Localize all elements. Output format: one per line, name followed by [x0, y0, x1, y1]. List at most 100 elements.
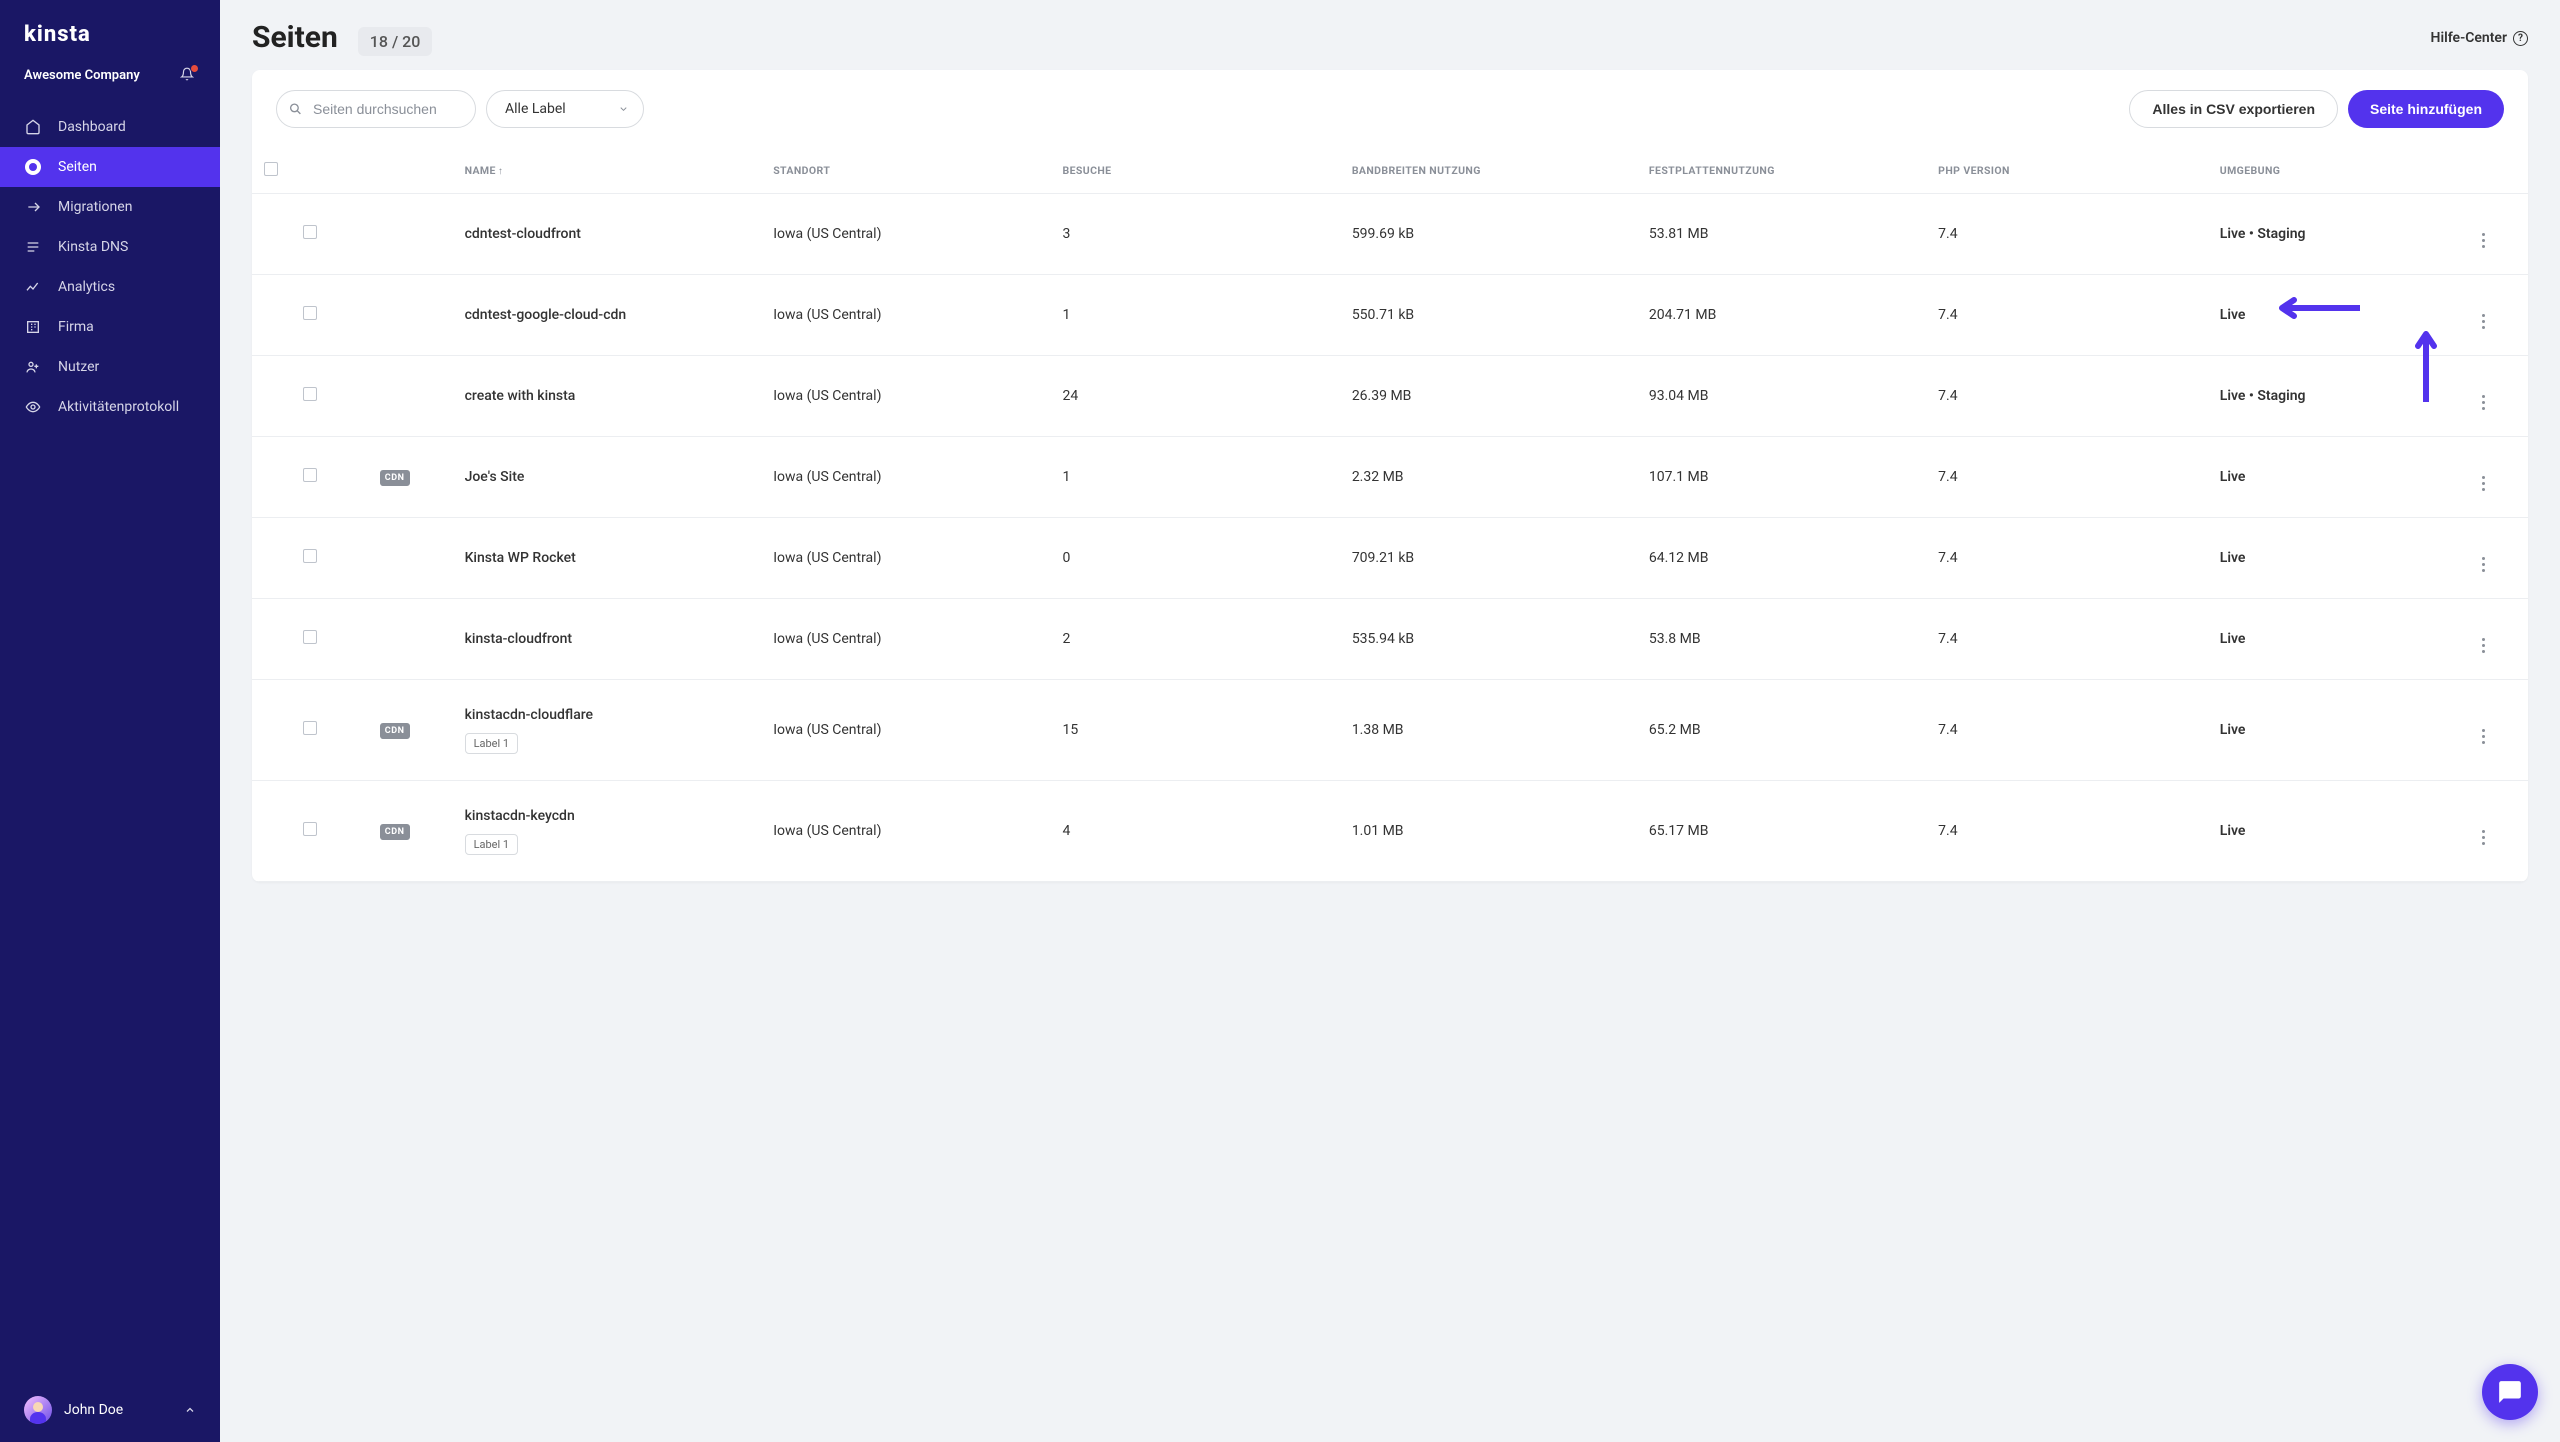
main: Seiten 18 / 20 Hilfe-Center ? Alle Label — [220, 0, 2560, 1442]
sidebar: kinsta Awesome Company Dashboard Seiten … — [0, 0, 220, 1442]
bell-icon[interactable] — [180, 67, 196, 83]
col-bandwidth-header[interactable]: BANDBREITEN NUTZUNG — [1340, 148, 1637, 194]
cdn-badge: CDN — [380, 470, 410, 486]
cell-php: 7.4 — [1926, 680, 2208, 781]
cell-visits: 2 — [1051, 599, 1340, 680]
page-title: Seiten — [252, 20, 338, 55]
nav-item-sites[interactable]: Seiten — [0, 147, 220, 187]
nav-item-migrations[interactable]: Migrationen — [0, 187, 220, 227]
chat-icon — [2497, 1379, 2523, 1405]
export-csv-button[interactable]: Alles in CSV exportieren — [2129, 90, 2338, 128]
company-icon — [24, 318, 42, 336]
table-row[interactable]: CDNkinstacdn-cloudflareLabel 1Iowa (US C… — [252, 680, 2528, 781]
nav-item-analytics[interactable]: Analytics — [0, 267, 220, 307]
col-visits-header[interactable]: BESUCHE — [1051, 148, 1340, 194]
table-row[interactable]: Kinsta WP Rocket Iowa (US Central)0709.21… — [252, 518, 2528, 599]
home-icon — [24, 118, 42, 136]
row-menu-button[interactable] — [2482, 817, 2485, 838]
col-php-header[interactable]: PHP VERSION — [1926, 148, 2208, 194]
sort-asc-icon: ↑ — [498, 166, 503, 177]
cell-visits: 0 — [1051, 518, 1340, 599]
label-filter-value: Alle Label — [505, 101, 566, 117]
row-menu-button[interactable] — [2482, 301, 2485, 322]
user-name: John Doe — [64, 1402, 123, 1418]
cell-visits: 24 — [1051, 356, 1340, 437]
select-all-checkbox[interactable] — [264, 162, 278, 176]
row-checkbox[interactable] — [303, 468, 317, 482]
col-disk-header[interactable]: FESTPLATTENNUTZUNG — [1637, 148, 1926, 194]
site-count: 18 / 20 — [358, 27, 433, 56]
cell-bandwidth: 709.21 kB — [1340, 518, 1637, 599]
row-menu-button[interactable] — [2482, 625, 2485, 646]
nav-label: Dashboard — [58, 119, 126, 135]
cell-disk: 64.12 MB — [1637, 518, 1926, 599]
nav-item-company[interactable]: Firma — [0, 307, 220, 347]
row-checkbox[interactable] — [303, 721, 317, 735]
cell-visits: 3 — [1051, 194, 1340, 275]
row-menu-button[interactable] — [2482, 463, 2485, 484]
row-menu-button[interactable] — [2482, 716, 2485, 737]
cell-disk: 107.1 MB — [1637, 437, 1926, 518]
label-filter-select[interactable]: Alle Label — [486, 90, 644, 128]
cell-bandwidth: 2.32 MB — [1340, 437, 1637, 518]
chevron-down-icon — [618, 104, 629, 115]
col-name-header[interactable]: NAME↑ — [453, 148, 762, 194]
cdn-badge: CDN — [380, 824, 410, 840]
table-row[interactable]: cdntest-cloudfrontIowa (US Central)3599.… — [252, 194, 2528, 275]
cell-php: 7.4 — [1926, 518, 2208, 599]
cell-env: Live — [2220, 550, 2246, 566]
nav-label: Nutzer — [58, 359, 99, 375]
row-menu-button[interactable] — [2482, 544, 2485, 565]
search-input[interactable] — [276, 90, 476, 128]
cell-disk: 65.17 MB — [1637, 780, 1926, 881]
cell-env: Live — [2220, 469, 2246, 485]
row-menu-button[interactable] — [2482, 382, 2485, 403]
table-row[interactable]: kinsta-cloudfrontIowa (US Central)2535.9… — [252, 599, 2528, 680]
avatar — [24, 1396, 52, 1424]
cell-location: Iowa (US Central) — [761, 275, 1050, 356]
row-checkbox[interactable] — [303, 822, 317, 836]
site-name: cdntest-cloudfront — [465, 225, 750, 244]
cell-location: Iowa (US Central) — [761, 194, 1050, 275]
cell-visits: 4 — [1051, 780, 1340, 881]
row-checkbox[interactable] — [303, 630, 317, 644]
chevron-up-icon — [184, 1404, 196, 1416]
user-menu[interactable]: John Doe — [0, 1378, 220, 1442]
site-name: Kinsta WP Rocket — [465, 549, 750, 568]
nav-label: Analytics — [58, 279, 115, 295]
nav: Dashboard Seiten Migrationen Kinsta DNS … — [0, 97, 220, 427]
site-name: kinsta-cloudfront — [465, 630, 750, 649]
table-row[interactable]: cdntest-google-cloud-cdnIowa (US Central… — [252, 275, 2528, 356]
cell-env: Live • Staging — [2220, 388, 2306, 404]
chat-widget-button[interactable] — [2482, 1364, 2538, 1420]
row-menu-button[interactable] — [2482, 220, 2485, 241]
help-icon: ? — [2513, 31, 2528, 46]
analytics-icon — [24, 278, 42, 296]
nav-item-dns[interactable]: Kinsta DNS — [0, 227, 220, 267]
add-site-button[interactable]: Seite hinzufügen — [2348, 90, 2504, 128]
cell-location: Iowa (US Central) — [761, 518, 1050, 599]
cell-env: Live — [2220, 631, 2246, 647]
table-row[interactable]: create with kinstaIowa (US Central)2426.… — [252, 356, 2528, 437]
site-name: kinstacdn-cloudflare — [465, 706, 750, 725]
row-checkbox[interactable] — [303, 387, 317, 401]
table-row[interactable]: CDNkinstacdn-keycdnLabel 1Iowa (US Centr… — [252, 780, 2528, 881]
cell-env: Live — [2220, 722, 2246, 738]
site-name: kinstacdn-keycdn — [465, 807, 750, 826]
table-row[interactable]: CDNJoe's SiteIowa (US Central)12.32 MB10… — [252, 437, 2528, 518]
nav-item-users[interactable]: Nutzer — [0, 347, 220, 387]
col-env-header[interactable]: UMGEBUNG — [2208, 148, 2439, 194]
help-center-link[interactable]: Hilfe-Center ? — [2431, 30, 2528, 46]
cell-disk: 204.71 MB — [1637, 275, 1926, 356]
cell-bandwidth: 1.38 MB — [1340, 680, 1637, 781]
row-checkbox[interactable] — [303, 306, 317, 320]
row-checkbox[interactable] — [303, 225, 317, 239]
nav-item-activity-log[interactable]: Aktivitätenprotokoll — [0, 387, 220, 427]
col-location-header[interactable]: STANDORT — [761, 148, 1050, 194]
cell-location: Iowa (US Central) — [761, 680, 1050, 781]
nav-item-dashboard[interactable]: Dashboard — [0, 107, 220, 147]
row-checkbox[interactable] — [303, 549, 317, 563]
nav-label: Firma — [58, 319, 94, 335]
migrate-icon — [24, 198, 42, 216]
sites-card: Alle Label Alles in CSV exportieren Seit… — [252, 70, 2528, 882]
